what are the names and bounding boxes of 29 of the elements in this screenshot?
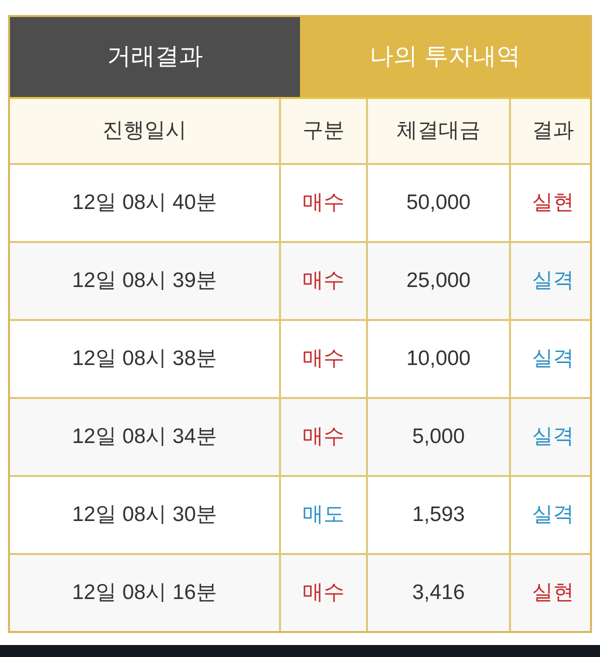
table-cell-text: 실격 [532,268,574,294]
table-cell-text: 12일 08시 16분 [72,580,217,606]
table-cell-text: 실격 [532,424,574,450]
table-cell-text: 실격 [532,502,574,528]
table-cell-text: 12일 08시 30분 [72,502,217,528]
table-cell-text: 5,000 [412,424,465,450]
table-cell-text: 50,000 [406,190,471,216]
table-cell-text: 매수 [302,268,344,294]
table-cell-text: 실현 [532,190,574,216]
table-cell-text: 매수 [302,424,344,450]
table-cell-text: 12일 08시 40분 [72,190,217,216]
table-cell-text: 12일 08시 39분 [72,268,217,294]
column-header: 진행일시 [102,118,186,144]
table-cell-text: 3,416 [412,580,465,606]
table-cell-text: 12일 08시 38분 [72,346,217,372]
table-cell-text: 10,000 [406,346,471,372]
table-cell-text: 실격 [532,346,574,372]
table-cell-text: 매도 [302,502,344,528]
table-cell-text: 매수 [302,190,344,216]
column-header: 결과 [532,118,574,144]
table-cell-text: 매수 [302,580,344,606]
tab[interactable]: 거래결과 [10,17,300,97]
table-cell-text: 실현 [532,580,574,606]
table-cell-text: 25,000 [406,268,471,294]
table-cell-text: 1,593 [412,502,465,528]
table-cell-text: 매수 [302,346,344,372]
table-cell-text: 12일 08시 34분 [72,424,217,450]
column-header: 구분 [302,118,344,144]
column-header: 체결대금 [396,118,480,144]
